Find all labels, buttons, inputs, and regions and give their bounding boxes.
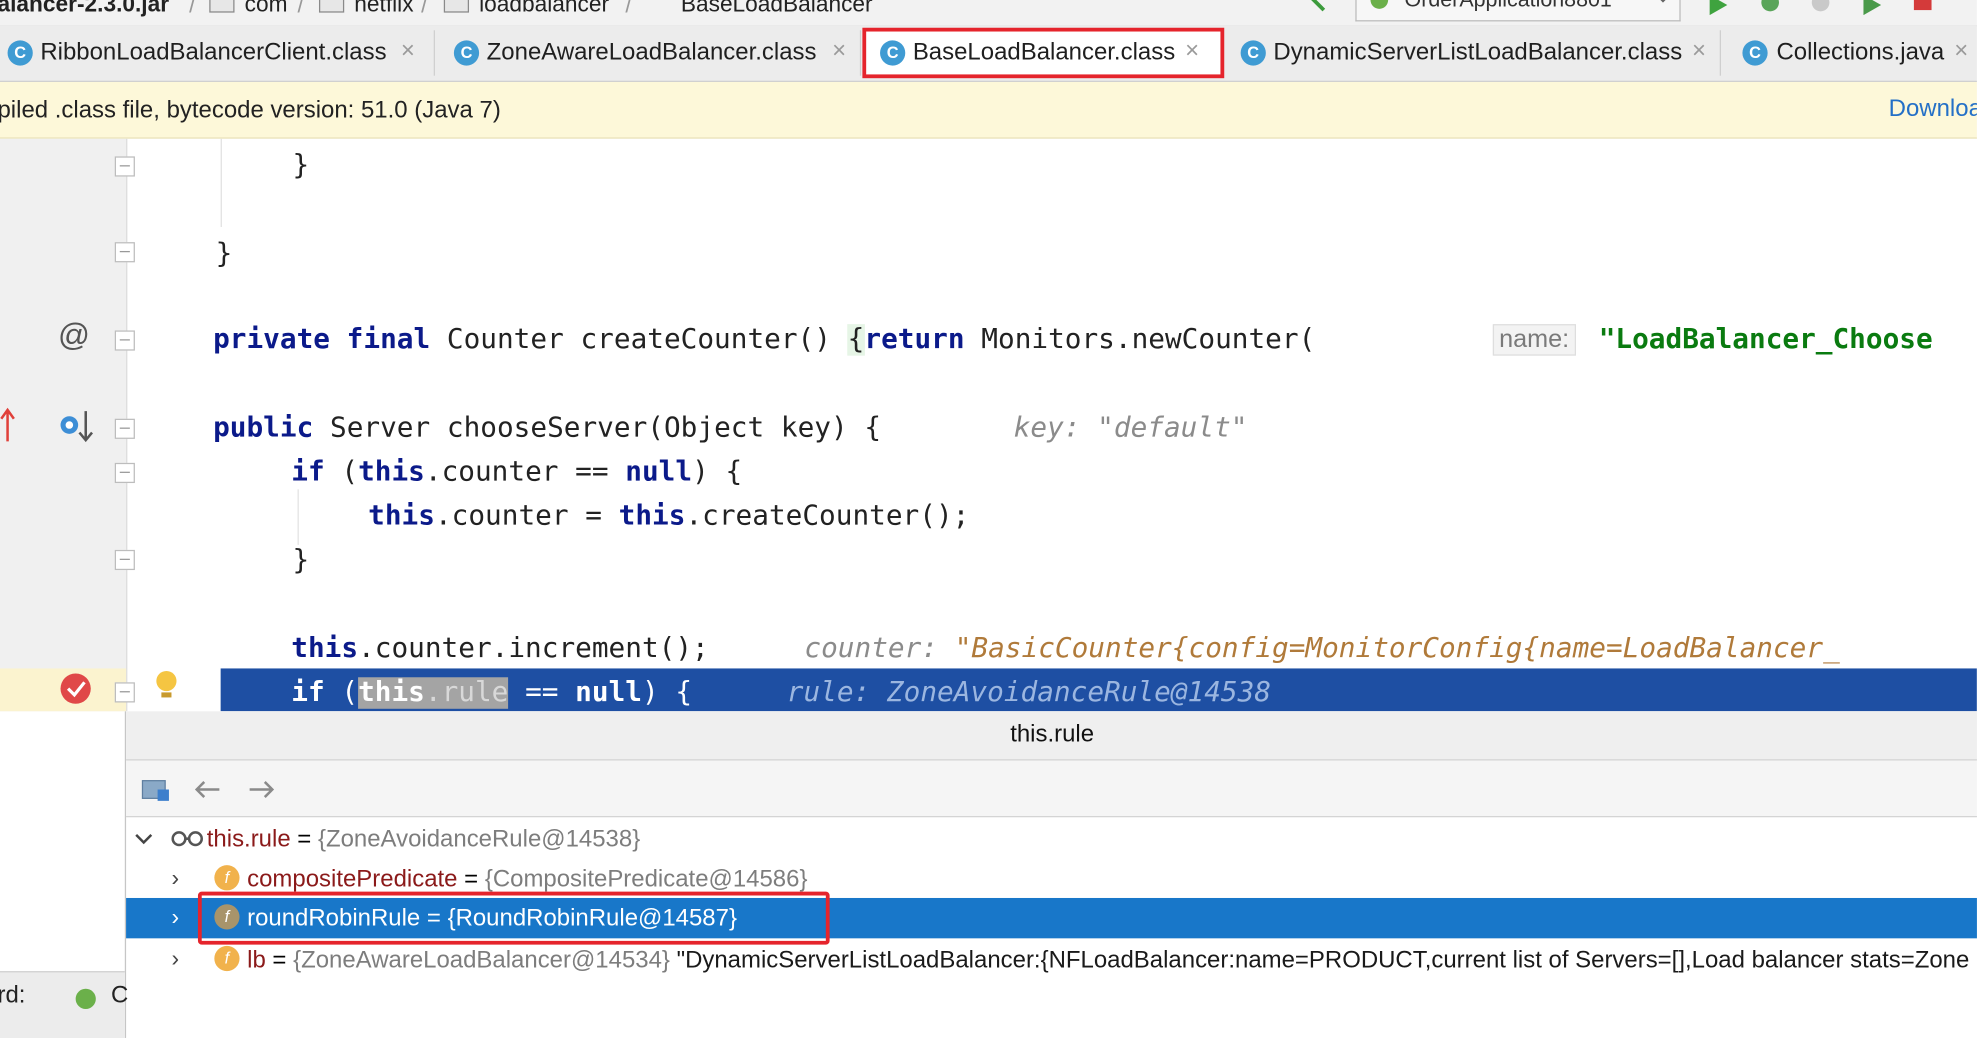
tab-label: DynamicServerListLoadBalancer.class: [1273, 39, 1683, 66]
breadcrumb-separator: /: [189, 0, 196, 18]
code-line-create-counter: private final Counter createCounter() {r…: [213, 324, 1316, 356]
popup-title: this.rule: [126, 711, 1977, 761]
parameter-hint: name:: [1492, 324, 1576, 356]
code-editor[interactable]: @ } } private final Counter createCounte…: [0, 138, 1977, 712]
folder-icon: [209, 0, 235, 13]
tab-label: Collections.java: [1776, 39, 1945, 66]
close-icon[interactable]: ×: [1954, 38, 1968, 66]
tree-row-lb[interactable]: › f lb = {ZoneAwareLoadBalancer@14534} "…: [126, 941, 1977, 980]
class-icon: C: [7, 40, 33, 66]
tree-row-root[interactable]: this.rule = {ZoneAvoidanceRule@14538}: [126, 820, 1977, 859]
hammer-icon[interactable]: [1309, 0, 1334, 13]
run-config-select[interactable]: OrderApplication8801: [1355, 0, 1681, 22]
bottom-tool-strip: rd: C: [0, 971, 128, 1038]
notice-message: piled .class file, bytecode version: 51.…: [0, 97, 501, 124]
class-icon: C: [453, 40, 480, 66]
debug-icon[interactable]: [1755, 0, 1785, 15]
breadcrumb-com[interactable]: com: [245, 0, 288, 18]
class-icon: C: [880, 40, 906, 66]
breadcrumb-class[interactable]: BaseLoadBalancer: [681, 0, 873, 18]
popup-toolbar: [126, 760, 1977, 818]
quick-evaluate-popup: this.rule this.rule = {ZoneAvoidanceRule…: [124, 711, 1977, 1038]
code-line: this.counter = this.createCounter();: [368, 500, 970, 533]
inline-debug-value: key: "default": [1013, 412, 1248, 444]
run-config-label: OrderApplication8801: [1405, 0, 1612, 13]
close-icon[interactable]: ×: [832, 38, 846, 66]
code-string: "LoadBalancer_Choose: [1598, 324, 1933, 356]
editor-tab-bar: C RibbonLoadBalancerClient.class × C Zon…: [0, 25, 1977, 82]
code-line-current: if (this.rule == null) {: [291, 677, 693, 709]
tab-dynamic-server-list-load-balancer[interactable]: C DynamicServerListLoadBalancer.class ×: [1225, 30, 1721, 76]
tab-ribbon-load-balancer-client[interactable]: C RibbonLoadBalancerClient.class ×: [0, 30, 435, 76]
close-icon[interactable]: ×: [401, 38, 415, 66]
folder-icon: [318, 0, 345, 13]
code-line: }: [292, 544, 310, 577]
code-lines: } } private final Counter createCounter(…: [0, 139, 1977, 712]
breadcrumb-separator: /: [625, 0, 632, 18]
decompiled-notice-bar: piled .class file, bytecode version: 51.…: [0, 81, 1977, 139]
tool-window-label[interactable]: rd:: [0, 982, 25, 1010]
tab-collections[interactable]: C Collections.java ×: [1725, 30, 1977, 75]
breadcrumb-separator: /: [421, 0, 428, 18]
run-icon[interactable]: [1705, 0, 1733, 16]
breadcrumb-separator: /: [297, 0, 304, 18]
inline-debug-value: counter: "BasicCounter{config=MonitorCon…: [804, 633, 1840, 665]
stop-icon[interactable]: [1911, 0, 1936, 13]
tree-node-text: lb = {ZoneAwareLoadBalancer@14534} "Dyna…: [247, 947, 1970, 974]
inline-debug-value: rule: ZoneAvoidanceRule@14538: [786, 677, 1272, 709]
spring-services-icon[interactable]: [71, 985, 104, 1013]
annotation-highlight-box: [197, 891, 830, 945]
download-sources-link[interactable]: Downloa: [1889, 96, 1977, 124]
chevron-down-icon: [1660, 0, 1666, 3]
breadcrumb-netflix[interactable]: netflix: [354, 0, 413, 18]
navigation-bar: alancer-2.3.0.jar / com / netflix / load…: [0, 0, 1977, 27]
tool-window-label[interactable]: C: [111, 982, 128, 1010]
tree-node-text: compositePredicate = {CompositePredicate…: [247, 866, 808, 893]
back-arrow-icon[interactable]: [192, 778, 225, 801]
folder-icon: [443, 0, 470, 13]
chevron-right-icon[interactable]: ›: [171, 946, 179, 972]
tab-zone-aware-load-balancer[interactable]: C ZoneAwareLoadBalancer.class ×: [436, 30, 862, 76]
tab-label: BaseLoadBalancer.class: [912, 39, 1176, 66]
chevron-down-icon[interactable]: [134, 832, 154, 847]
chevron-right-icon[interactable]: ›: [171, 865, 179, 891]
close-icon[interactable]: ×: [1692, 38, 1706, 66]
coverage-icon[interactable]: [1808, 0, 1838, 15]
close-icon[interactable]: ×: [1185, 38, 1199, 66]
show-in-variables-icon[interactable]: [141, 776, 171, 804]
class-icon: C: [1742, 40, 1768, 66]
watch-glasses-icon: [171, 831, 203, 847]
class-icon: C: [1240, 40, 1266, 66]
field-icon: f: [214, 865, 240, 891]
selected-expression[interactable]: this.rule: [358, 677, 509, 709]
code-line: }: [215, 238, 233, 270]
code-line-choose-server: public Server chooseServer(Object key) {: [213, 412, 882, 444]
tab-base-load-balancer[interactable]: C BaseLoadBalancer.class ×: [862, 27, 1225, 79]
forward-arrow-icon[interactable]: [245, 778, 278, 801]
breadcrumb-jar[interactable]: alancer-2.3.0.jar: [0, 0, 169, 18]
code-line: if (this.counter == null) {: [291, 456, 743, 489]
breadcrumb-loadbalancer[interactable]: loadbalancer: [479, 0, 609, 18]
code-line: }: [292, 150, 310, 182]
tab-label: ZoneAwareLoadBalancer.class: [486, 39, 817, 66]
profile-icon[interactable]: [1858, 0, 1888, 16]
ide-window: alancer-2.3.0.jar / com / netflix / load…: [0, 0, 1977, 1038]
field-icon: f: [214, 945, 240, 972]
chevron-right-icon[interactable]: ›: [171, 904, 179, 930]
code-line-increment: this.counter.increment();: [291, 633, 709, 665]
tab-label: RibbonLoadBalancerClient.class: [40, 39, 387, 66]
tree-node-text: this.rule = {ZoneAvoidanceRule@14538}: [206, 826, 641, 853]
spring-boot-icon: [1370, 0, 1389, 9]
